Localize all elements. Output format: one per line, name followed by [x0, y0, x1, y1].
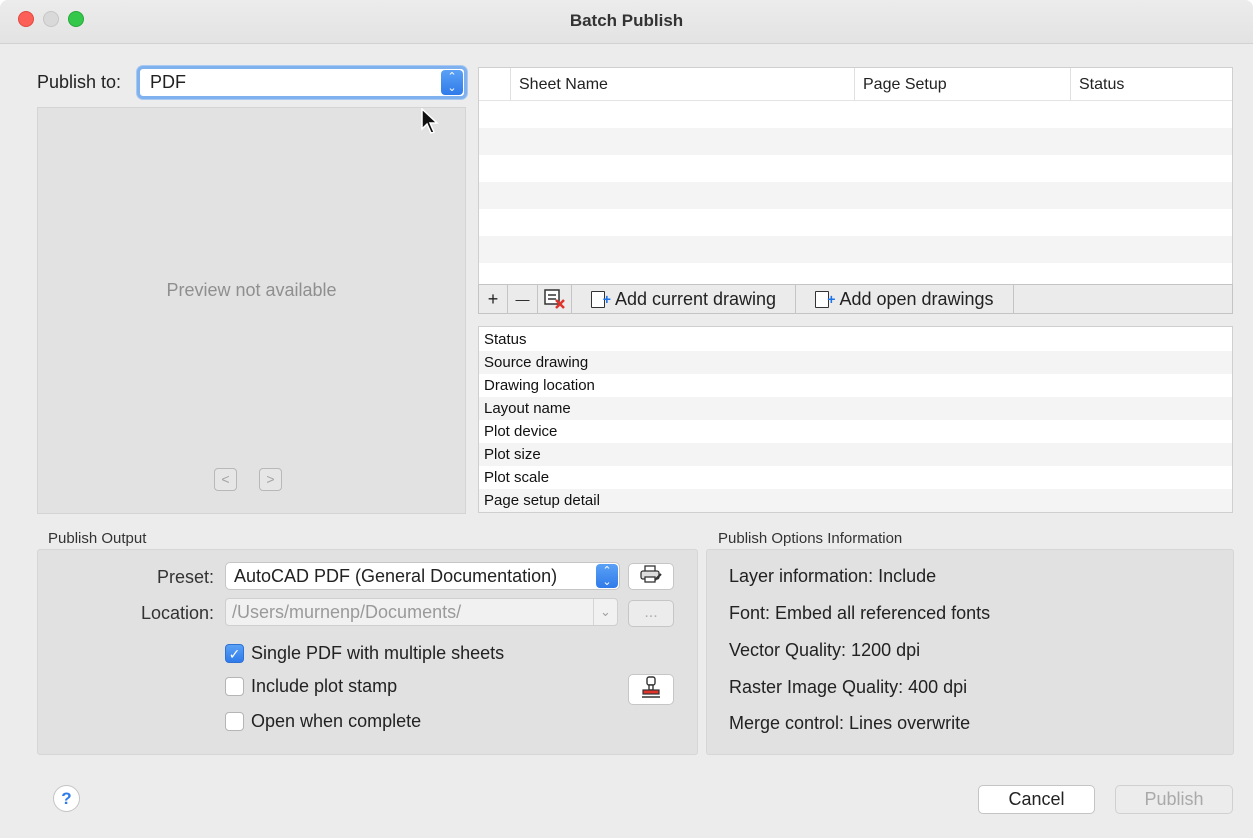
select-stepper-icon: ⌃ ⌄	[596, 564, 618, 588]
printer-edit-icon	[640, 565, 662, 583]
detail-row-plot-size: Plot size	[479, 443, 1232, 466]
table-row	[479, 209, 1232, 236]
table-row	[479, 101, 1232, 128]
vector-quality-text: Vector Quality: 1200 dpi	[729, 640, 921, 660]
preset-select[interactable]: AutoCAD PDF (General Documentation) ⌃ ⌄	[225, 562, 620, 590]
add-documents-icon: +	[815, 291, 835, 308]
add-open-drawings-label: Add open drawings	[839, 289, 994, 309]
minus-icon: —	[515, 291, 530, 307]
detail-row-page-setup-detail: Page setup detail	[479, 489, 1232, 512]
raster-quality-text: Raster Image Quality: 400 dpi	[729, 677, 968, 697]
publish-to-select[interactable]: PDF ⌃ ⌄	[137, 66, 467, 99]
chevron-down-icon: ⌄	[593, 599, 617, 625]
plot-stamp-settings-button[interactable]	[628, 674, 674, 705]
sheet-toolbar: + — + Add current drawing + Add open dra…	[478, 284, 1233, 314]
chevron-right-icon: >	[266, 471, 275, 487]
open-when-complete-checkbox[interactable]	[225, 712, 244, 731]
detail-row-drawing-location: Drawing location	[484, 377, 595, 394]
add-sheet-button[interactable]: +	[479, 285, 508, 313]
batch-publish-window: Batch Publish Publish to: PDF ⌃ ⌄ Preview…	[0, 0, 1253, 838]
add-current-drawing-button[interactable]: + Add current drawing	[572, 285, 796, 313]
location-value: /Users/murnenp/Documents/	[232, 602, 462, 622]
detail-row-source-drawing: Source drawing	[479, 351, 1232, 374]
cancel-button[interactable]: Cancel	[978, 785, 1095, 814]
location-label: Location:	[140, 603, 214, 623]
publish-button[interactable]: Publish	[1115, 785, 1233, 814]
font-embedding-text: Font: Embed all referenced fonts	[729, 603, 991, 623]
mouse-pointer-icon	[421, 108, 439, 134]
select-stepper-icon: ⌃ ⌄	[441, 70, 463, 95]
include-plot-stamp-label: Include plot stamp	[251, 676, 398, 696]
clear-list-icon	[543, 289, 565, 309]
table-row	[479, 263, 1232, 284]
stamp-icon	[642, 676, 660, 698]
detail-row-plot-scale: Plot scale	[484, 469, 550, 486]
column-header-page-setup[interactable]: Page Setup	[854, 68, 1070, 101]
preset-label: Preset:	[156, 567, 214, 587]
location-field[interactable]: /Users/murnenp/Documents/ ⌄	[225, 598, 618, 626]
merge-control-text: Merge control: Lines overwrite	[729, 713, 971, 733]
sheet-details-list: Status Source drawing Drawing location L…	[478, 326, 1233, 513]
preview-message: Preview not available	[166, 280, 337, 300]
table-row	[479, 128, 1232, 155]
table-row	[479, 236, 1232, 263]
preview-panel: Preview not available < >	[37, 107, 466, 514]
chevron-left-icon: <	[221, 471, 230, 487]
detail-row-layout-name: Layout name	[479, 397, 1232, 420]
browse-location-label: ...	[644, 604, 658, 621]
publish-output-heading: Publish Output	[48, 530, 147, 547]
preview-next-button[interactable]: >	[259, 468, 282, 491]
add-document-icon: +	[590, 291, 611, 308]
column-header-sheet-name[interactable]: Sheet Name	[510, 68, 854, 101]
plus-icon: +	[487, 289, 499, 309]
window-title: Batch Publish	[569, 11, 684, 30]
detail-row-status: Status	[484, 331, 527, 348]
add-open-drawings-button[interactable]: + Add open drawings	[796, 285, 1014, 313]
single-pdf-label: Single PDF with multiple sheets	[251, 643, 505, 663]
detail-row-plot-device: Plot device	[484, 423, 558, 440]
table-header: Sheet Name Page Setup Status	[479, 68, 1232, 101]
add-current-drawing-label: Add current drawing	[614, 289, 777, 309]
remove-all-sheets-button[interactable]	[538, 285, 572, 313]
publish-options-heading: Publish Options Information	[718, 530, 903, 547]
include-plot-stamp-checkbox[interactable]	[225, 677, 244, 696]
table-row	[479, 182, 1232, 209]
sheet-list-table[interactable]: Sheet Name Page Setup Status	[478, 67, 1233, 285]
help-button[interactable]: ?	[53, 785, 80, 812]
publish-to-label: Publish to:	[37, 72, 122, 92]
column-header-status[interactable]: Status	[1070, 68, 1233, 101]
title-bar: Batch Publish	[0, 0, 1253, 44]
preset-value: AutoCAD PDF (General Documentation)	[234, 566, 558, 586]
preview-previous-button[interactable]: <	[214, 468, 237, 491]
edit-preset-button[interactable]	[628, 563, 674, 590]
table-row	[479, 155, 1232, 182]
single-pdf-checkbox[interactable]: ✓	[225, 644, 244, 663]
remove-sheet-button[interactable]: —	[508, 285, 538, 313]
layer-information-text: Layer information: Include	[729, 566, 937, 586]
help-icon: ?	[61, 789, 72, 808]
browse-location-button[interactable]: ...	[628, 600, 674, 627]
open-when-complete-label: Open when complete	[251, 711, 422, 731]
publish-to-value: PDF	[150, 72, 186, 92]
